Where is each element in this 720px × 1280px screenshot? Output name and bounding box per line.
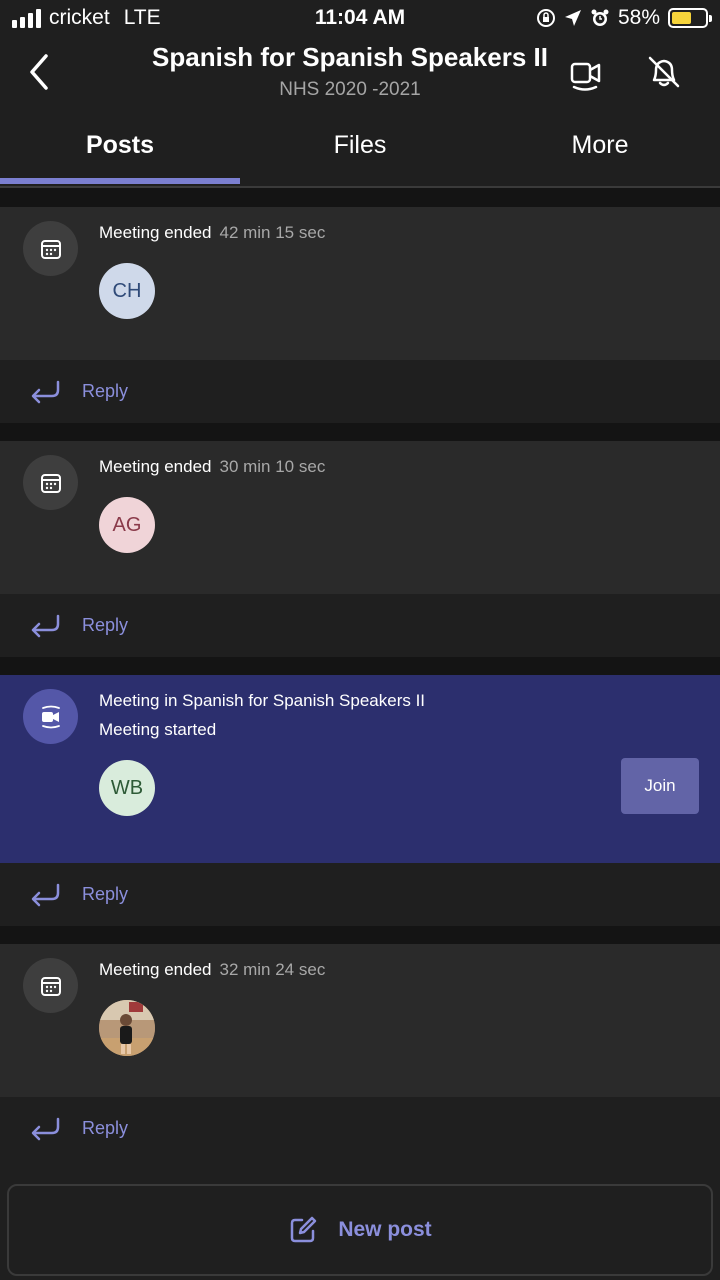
meeting-duration: 32 min 24 sec [219,960,326,979]
avatar-photo[interactable] [99,1000,155,1056]
meeting-status: Meeting started [99,720,217,739]
team-name: NHS 2020 -2021 [279,79,421,100]
compose-icon [291,1216,317,1243]
posts-feed[interactable]: Meeting ended 42 min 15 sec CH Reply Meet… [0,188,720,1160]
channel-title-block[interactable]: Spanish for Spanish Speakers II NHS 2020… [130,42,570,101]
reply-button[interactable]: Reply [0,1097,720,1160]
post-card[interactable]: Meeting ended 42 min 15 sec CH [0,207,720,360]
post-card[interactable]: Meeting ended 30 min 10 sec AG [0,441,720,594]
status-bar: cricket LTE 11:04 AM 58% [0,0,720,36]
avatar[interactable]: AG [99,497,155,553]
live-meeting-card[interactable]: Meeting in Spanish for Spanish Speakers … [0,675,720,863]
post-title: Meeting ended [99,960,212,979]
reply-button[interactable]: Reply [0,594,720,657]
reply-icon [31,614,60,638]
avatar[interactable]: CH [99,263,155,319]
avatar[interactable]: WB [99,760,155,816]
rotation-lock-icon [536,9,555,27]
channel-title: Spanish for Spanish Speakers II [152,42,548,72]
video-call-icon [23,689,78,744]
alarm-icon [591,9,609,26]
video-call-icon[interactable] [566,54,606,94]
meeting-duration: 42 min 15 sec [219,223,326,242]
battery-icon [668,8,712,28]
reply-button[interactable]: Reply [0,863,720,926]
meeting-duration: 30 min 10 sec [219,457,326,476]
back-icon[interactable] [20,50,60,94]
reply-icon [31,1117,60,1141]
channel-tabs: Posts Files More [0,112,720,188]
reply-label: Reply [82,884,129,904]
channel-header: Spanish for Spanish Speakers II NHS 2020… [0,36,720,112]
calendar-icon [23,221,78,276]
post-title: Meeting in Spanish for Spanish Speakers … [99,691,426,710]
location-icon [564,10,581,26]
battery-percent: 58% [617,6,660,29]
post-title: Meeting ended [99,223,212,242]
reply-icon [31,380,60,404]
tab-more[interactable]: More [480,112,720,184]
reply-label: Reply [82,615,129,635]
calendar-icon [23,455,78,510]
reply-label: Reply [82,1118,129,1138]
reply-button[interactable]: Reply [0,360,720,423]
tab-posts[interactable]: Posts [0,112,240,184]
post-card[interactable]: Meeting ended 32 min 24 sec [0,944,720,1097]
new-post-label: New post [338,1218,432,1241]
calendar-icon [23,958,78,1013]
reply-icon [31,883,60,907]
tab-files[interactable]: Files [240,112,480,184]
join-button[interactable]: Join [621,758,699,814]
notifications-off-icon[interactable] [644,52,684,92]
battery-fill [672,12,691,24]
reply-label: Reply [82,381,129,401]
post-title: Meeting ended [99,457,212,476]
new-post-button[interactable]: New post [7,1184,713,1276]
active-tab-indicator [0,178,240,184]
